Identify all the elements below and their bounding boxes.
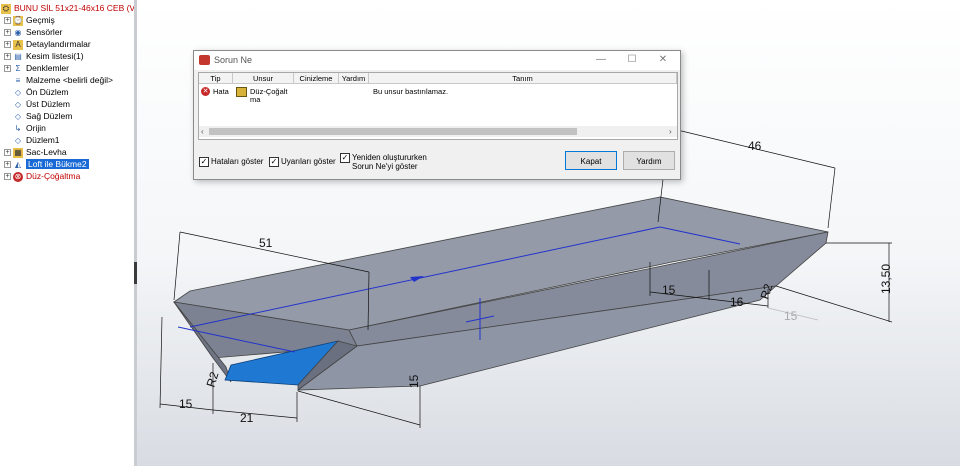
plane-icon: ◇ xyxy=(14,87,22,97)
part-icon: ⛭ xyxy=(1,3,11,14)
tree-item[interactable]: + ◉ Sensörler xyxy=(4,26,62,38)
sensor-icon: ◉ xyxy=(14,27,22,37)
tree-item-label: Sensörler xyxy=(26,27,63,37)
checkbox-check-icon: ✓ xyxy=(340,153,350,163)
row-feature: Düz-Çoğalt ma xyxy=(250,87,288,104)
expand-icon[interactable]: + xyxy=(4,41,11,49)
tree-item[interactable]: ↳ Orijin xyxy=(4,122,46,134)
tree-item[interactable]: ◇ Sağ Düzlem xyxy=(4,110,72,122)
tree-item-label: Detaylandırmalar xyxy=(26,39,91,49)
tree-item-label: Sağ Düzlem xyxy=(26,111,73,121)
tree-item[interactable]: + ▦ Sac-Levha xyxy=(4,146,67,158)
cut-list-icon: ▤ xyxy=(14,51,22,61)
tree-item[interactable]: ⛭ BUNU SİL 51x21-46x16 CEB (Va xyxy=(1,2,134,14)
expand-icon[interactable]: + xyxy=(4,29,11,37)
plane-icon: ◇ xyxy=(14,99,22,109)
material-icon: ≡ xyxy=(15,75,21,85)
history-icon: ⌚ xyxy=(13,15,23,26)
tree-item[interactable]: + ⌚ Geçmiş xyxy=(4,14,55,26)
problem-list[interactable]: Tip Unsur Cinizleme Yardım Tanım ✕ Hata … xyxy=(198,72,678,140)
expand-icon[interactable]: + xyxy=(4,161,11,169)
scroll-right-icon[interactable]: › xyxy=(669,126,672,137)
tree-item-label: Düz-Çoğaltma xyxy=(26,171,81,181)
tree-item-label: Malzeme <belirli değil> xyxy=(26,75,113,85)
expand-icon[interactable]: + xyxy=(4,65,11,73)
dimension-15-right[interactable]: 15 xyxy=(662,283,676,297)
tree-item[interactable]: + ⊗ Düz-Çoğaltma xyxy=(4,170,80,182)
row-description: Bu unsur bastırılamaz. xyxy=(373,87,449,96)
tree-item-label: Ön Düzlem xyxy=(26,87,69,97)
column-header-feature[interactable]: Unsur xyxy=(233,73,294,84)
sheet-metal-icon: ▦ xyxy=(13,147,23,158)
tree-item[interactable]: ◇ Üst Düzlem xyxy=(4,98,70,110)
close-icon[interactable]: ✕ xyxy=(656,54,670,66)
origin-icon: ↳ xyxy=(14,123,22,133)
column-header-description[interactable]: Tanım xyxy=(369,73,677,84)
column-header-preview[interactable]: Cinizleme xyxy=(294,73,339,84)
dimension-21[interactable]: 21 xyxy=(240,411,254,425)
checkbox-check-icon: ✓ xyxy=(269,157,279,167)
show-warnings-checkbox[interactable]: ✓ Uyarıları göster xyxy=(269,157,336,167)
tree-item[interactable]: + ◭ Loft ile Bükme2 xyxy=(4,158,89,170)
show-errors-checkbox[interactable]: ✓ Hataları göster xyxy=(199,157,263,167)
horizontal-scrollbar[interactable]: ‹ › xyxy=(199,126,677,137)
plane-icon: ◇ xyxy=(14,135,22,145)
column-header-help[interactable]: Yardım xyxy=(339,73,369,84)
dialog-title: Sorun Ne xyxy=(214,55,253,65)
tree-item-label: Geçmiş xyxy=(26,15,55,25)
dimension-16[interactable]: 16 xyxy=(730,295,744,309)
minimize-icon[interactable]: — xyxy=(594,54,608,66)
dimension-51[interactable]: 51 xyxy=(259,236,273,250)
show-warnings-label: Uyarıları göster xyxy=(281,157,336,166)
tree-item[interactable]: ≡ Malzeme <belirli değil> xyxy=(4,74,113,86)
expand-icon[interactable]: + xyxy=(4,17,11,25)
show-on-rebuild-label: Yeniden oluştururken Sorun Ne'yi göster xyxy=(352,153,427,171)
tree-item[interactable]: + ▤ Kesim listesi(1) xyxy=(4,50,84,62)
dimension-13-50[interactable]: 13,50 xyxy=(879,264,893,294)
expand-icon[interactable]: + xyxy=(4,173,11,181)
expand-icon[interactable]: + xyxy=(4,53,11,61)
row-type: Hata xyxy=(213,87,229,96)
maximize-icon[interactable]: ☐ xyxy=(625,54,639,66)
plane-icon: ◇ xyxy=(14,111,22,121)
tree-item-label: Denklemler xyxy=(26,63,69,73)
checkbox-check-icon: ✓ xyxy=(199,157,209,167)
feature-icon xyxy=(236,87,247,97)
tree-item-label: Sac-Levha xyxy=(26,147,67,157)
help-button[interactable]: Yardım xyxy=(623,151,675,170)
feature-manager-tree: ⛭ BUNU SİL 51x21-46x16 CEB (Va + ⌚ Geçmiş + ◉ S… xyxy=(0,0,134,466)
show-on-rebuild-checkbox[interactable]: ✓ Yeniden oluştururken Sorun Ne'yi göster xyxy=(340,153,444,171)
lofted-bend-icon: ◭ xyxy=(14,159,22,169)
tree-item[interactable]: ◇ Ön Düzlem xyxy=(4,86,69,98)
tree-item-label: Üst Düzlem xyxy=(26,99,70,109)
close-button[interactable]: Kapat xyxy=(565,151,617,170)
column-header-type[interactable]: Tip xyxy=(199,73,233,84)
dialog-title-bar[interactable]: Sorun Ne — ☐ ✕ xyxy=(194,51,680,70)
dimension-15-mid[interactable]: 15 xyxy=(407,374,421,388)
tree-item-label: Orijin xyxy=(26,123,46,133)
annotation-icon: A xyxy=(13,39,23,50)
dimension-15-left[interactable]: 15 xyxy=(179,397,193,411)
error-icon: ✕ xyxy=(201,87,210,96)
scroll-thumb[interactable] xyxy=(209,128,577,135)
dimension-15-ghost: 15 xyxy=(784,309,798,323)
tree-item[interactable]: + Σ Denklemler xyxy=(4,62,69,74)
tree-item-label: Düzlem1 xyxy=(26,135,60,145)
equation-icon: Σ xyxy=(15,63,21,73)
error-icon: ⊗ xyxy=(13,171,23,182)
tree-item[interactable]: + A Detaylandırmalar xyxy=(4,38,91,50)
scroll-left-icon[interactable]: ‹ xyxy=(201,126,204,137)
dimension-46[interactable]: 46 xyxy=(748,139,762,153)
whats-wrong-dialog: Sorun Ne — ☐ ✕ Tip Unsur Cinizleme Yardı… xyxy=(193,50,681,180)
tree-item-label: Loft ile Bükme2 xyxy=(26,159,89,169)
show-errors-label: Hataları göster xyxy=(211,157,264,166)
expand-icon[interactable]: + xyxy=(4,149,11,157)
solidworks-icon xyxy=(199,55,210,65)
tree-item-label: Kesim listesi(1) xyxy=(26,51,84,61)
tree-item-label: BUNU SİL 51x21-46x16 CEB (Va xyxy=(14,3,134,13)
tree-item[interactable]: ◇ Düzlem1 xyxy=(4,134,60,146)
